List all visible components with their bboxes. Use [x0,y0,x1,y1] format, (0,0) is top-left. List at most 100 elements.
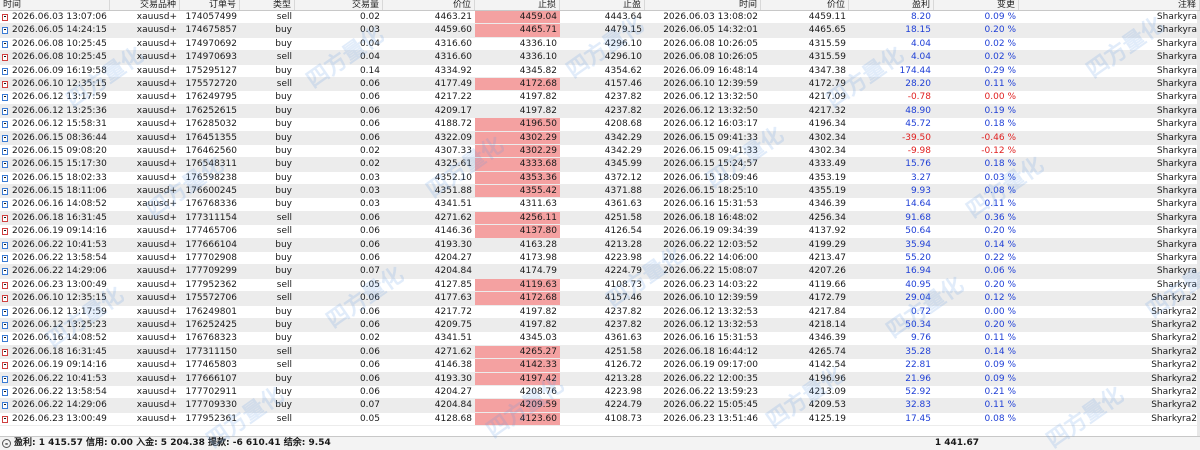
table-row[interactable]: 2026.06.23 13:00:49 xauusd+ 177952362 sell 0… [0,278,1200,293]
cell-sl: 4333.68 [475,158,560,171]
header-symbol[interactable]: 交易品种 [110,0,180,10]
table-row[interactable]: 2026.06.09 16:19:58 xauusd+ 175295127 buy 0.… [0,65,1200,78]
cell-open-price: 4341.51 [434,333,472,344]
cell-tp: 4224.79 [604,400,642,411]
cell-tp: 4296.10 [604,52,642,63]
table-row[interactable]: 2026.06.15 18:02:33 xauusd+ 176598238 buy 0.… [0,171,1200,186]
cell-order: 177952361 [185,413,237,424]
buy-order-icon [2,161,8,169]
cell-open-price: 4459.60 [434,25,472,36]
table-row[interactable]: 2026.06.18 16:31:45 xauusd+ 177311150 sell 0… [0,345,1200,360]
table-row[interactable]: 2026.06.15 18:11:06 xauusd+ 176600245 buy 0.… [0,185,1200,199]
header-close-price[interactable]: 价位 [761,0,849,10]
table-row[interactable]: 2026.06.12 13:25:36 xauusd+ 176252615 buy 0.… [0,104,1200,119]
table-body: 2026.06.03 13:07:06 xauusd+ 174057499 sell 0… [0,11,1200,427]
cell-profit: 21.96 [905,373,931,384]
table-row[interactable]: 2026.06.12 13:17:59 xauusd+ 176249801 buy 0.… [0,306,1200,319]
cell-tp: 4208.68 [604,119,642,130]
table-row[interactable]: 2026.06.23 13:00:49 xauusd+ 177952361 sell 0… [0,412,1200,427]
table-row[interactable]: 2026.06.22 13:58:54 xauusd+ 177702911 buy 0.… [0,386,1200,400]
table-row[interactable]: 2026.06.03 13:07:06 xauusd+ 174057499 sell 0… [0,11,1200,25]
header-volume[interactable]: 交易量 [295,0,383,10]
cell-change: 0.18 % [984,159,1016,170]
cell-profit: 4.04 [910,38,931,49]
cell-change: 0.11 % [984,333,1016,344]
buy-order-icon [2,188,8,196]
table-row[interactable]: 2026.06.12 13:17:59 xauusd+ 176249795 buy 0.… [0,91,1200,105]
cell-sl: 4172.68 [475,77,560,91]
table-row[interactable]: 2026.06.22 10:41:53 xauusd+ 177666107 buy 0.… [0,372,1200,386]
table-row[interactable]: 2026.06.19 09:14:16 xauusd+ 177465706 sell 0… [0,225,1200,239]
header-profit[interactable]: 盈利 [849,0,934,10]
table-row[interactable]: 2026.06.22 14:29:06 xauusd+ 177709330 buy 0.… [0,399,1200,413]
table-row[interactable]: 2026.06.10 12:35:15 xauusd+ 175572720 sell 0… [0,77,1200,92]
cell-close-time: 2026.06.22 15:05:45 [663,400,758,411]
cell-close-time: 2026.06.12 13:32:53 [663,306,758,317]
cell-close-time: 2026.06.12 13:32:53 [663,319,758,330]
cell-change: 0.11 % [984,400,1016,411]
cell-open-time: 2026.06.22 10:41:53 [0,239,110,251]
cell-symbol: xauusd+ [136,413,177,424]
cell-close-time: 2026.06.12 16:03:17 [663,119,758,130]
table-row[interactable]: 2026.06.15 15:17:30 xauusd+ 176548311 buy 0.… [0,158,1200,172]
table-row[interactable]: 2026.06.22 14:29:06 xauusd+ 177709299 buy 0.… [0,265,1200,279]
header-open-price[interactable]: 价位 [383,0,475,10]
cell-tp: 4342.29 [604,145,642,156]
cell-tp: 4251.58 [604,212,642,223]
header-type[interactable]: 类型 [240,0,295,10]
cell-change: 0.18 % [984,119,1016,130]
cell-symbol: xauusd+ [136,145,177,156]
cell-type: buy [275,319,292,330]
cell-close-time: 2026.06.18 16:44:12 [663,346,758,357]
header-sl[interactable]: 止损 [475,0,560,10]
table-row[interactable]: 2026.06.18 16:31:45 xauusd+ 177311154 sell 0… [0,211,1200,226]
balance-circle-icon: - [2,439,11,448]
buy-order-icon [2,147,8,155]
table-row[interactable]: 2026.06.10 12:35:15 xauusd+ 175572706 sell 0… [0,292,1200,306]
cell-symbol: xauusd+ [136,172,177,183]
cell-type: buy [275,266,292,277]
cell-open-time: 2026.06.05 14:24:15 [0,24,110,36]
cell-tp: 4108.73 [604,413,642,424]
table-row[interactable]: 2026.06.16 14:08:52 xauusd+ 176768336 buy 0.… [0,198,1200,212]
header-tp[interactable]: 止盈 [560,0,645,10]
header-comment[interactable]: 注释 [1019,0,1200,10]
cell-sl: 4123.60 [475,412,560,426]
cell-open-time: 2026.06.15 08:36:44 [0,132,110,144]
table-row[interactable]: 2026.06.12 13:25:23 xauusd+ 176252425 buy 0.… [0,318,1200,333]
cell-comment: Sharkyra2 [1151,306,1197,317]
cell-sl: 4353.36 [475,171,560,185]
cell-volume: 0.02 [359,159,380,170]
cell-order: 176249795 [185,92,237,103]
cell-symbol: xauusd+ [136,65,177,76]
open-time-text: 2026.06.10 12:35:15 [12,293,107,304]
table-row[interactable]: 2026.06.19 09:14:16 xauusd+ 177465803 sell 0… [0,359,1200,373]
table-row[interactable]: 2026.06.08 10:25:45 xauusd+ 174970693 sell 0… [0,51,1200,65]
table-row[interactable]: 2026.06.22 13:58:54 xauusd+ 177702908 buy 0.… [0,252,1200,266]
table-row[interactable]: 2026.06.12 15:58:31 xauusd+ 176285032 buy 0.… [0,118,1200,132]
open-time-text: 2026.06.03 13:07:06 [12,12,107,22]
table-row[interactable]: 2026.06.05 14:24:15 xauusd+ 174675857 buy 0.… [0,24,1200,38]
cell-profit: 35.28 [905,346,931,357]
cell-close-time: 2026.06.22 13:59:23 [663,386,758,397]
cell-close-price: 4315.59 [808,52,846,63]
cell-comment: Sharkyra2 [1151,319,1197,330]
header-change[interactable]: 变更 [934,0,1019,10]
open-time-text: 2026.06.22 13:58:54 [12,386,107,397]
cell-close-time: 2026.06.05 14:32:01 [663,25,758,36]
table-row[interactable]: 2026.06.15 09:08:20 xauusd+ 176462560 buy 0.… [0,144,1200,159]
cell-tp: 4345.99 [604,159,642,170]
header-close-time[interactable]: 时间 [645,0,761,10]
table-row[interactable]: 2026.06.15 08:36:44 xauusd+ 176451355 buy 0.… [0,131,1200,145]
cell-change: 0.09 % [984,360,1016,371]
table-row[interactable]: 2026.06.22 10:41:53 xauusd+ 177666104 buy 0.… [0,238,1200,253]
header-order[interactable]: 订单号 [180,0,240,10]
table-row[interactable]: 2026.06.16 14:08:52 xauusd+ 176768323 buy 0.… [0,332,1200,346]
header-open-time[interactable]: 时间 [0,0,110,10]
cell-open-time: 2026.06.15 15:17:30 [0,158,110,170]
cell-sl: 4172.68 [475,292,560,305]
table-row[interactable]: 2026.06.08 10:25:45 xauusd+ 174970692 buy 0.… [0,38,1200,52]
cell-open-time: 2026.06.22 14:29:06 [0,265,110,277]
cell-type: buy [275,65,292,76]
cell-open-time: 2026.06.03 13:07:06 [0,11,110,23]
